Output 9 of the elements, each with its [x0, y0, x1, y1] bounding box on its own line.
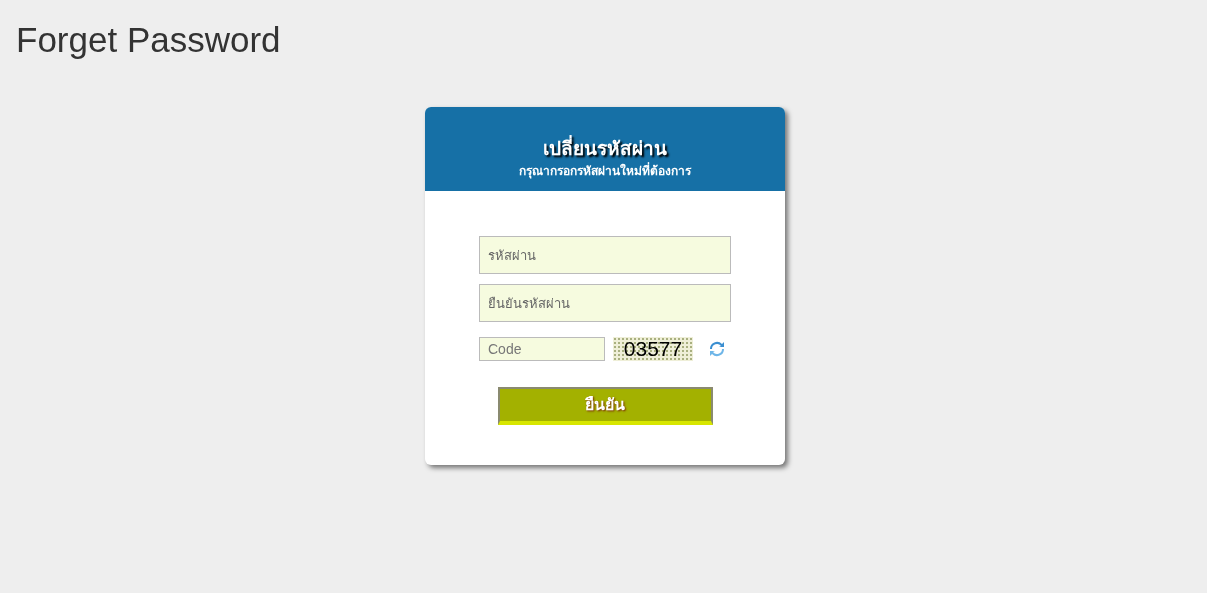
captcha-image: 03577 — [613, 337, 693, 361]
refresh-icon[interactable] — [709, 341, 725, 357]
submit-button[interactable]: ยืนยัน — [497, 387, 713, 425]
page-title: Forget Password — [16, 20, 281, 60]
card-subtitle: กรุณากรอกรหัสผ่านใหม่ที่ต้องการ — [519, 162, 691, 180]
captcha-field[interactable]: Code — [479, 337, 605, 361]
password-field[interactable]: รหัสผ่าน — [479, 236, 731, 274]
password-field[interactable]: ยืนยันรหัสผ่าน — [479, 284, 731, 322]
card-title: เปลี่ยนรหัสผ่าน — [543, 135, 667, 161]
